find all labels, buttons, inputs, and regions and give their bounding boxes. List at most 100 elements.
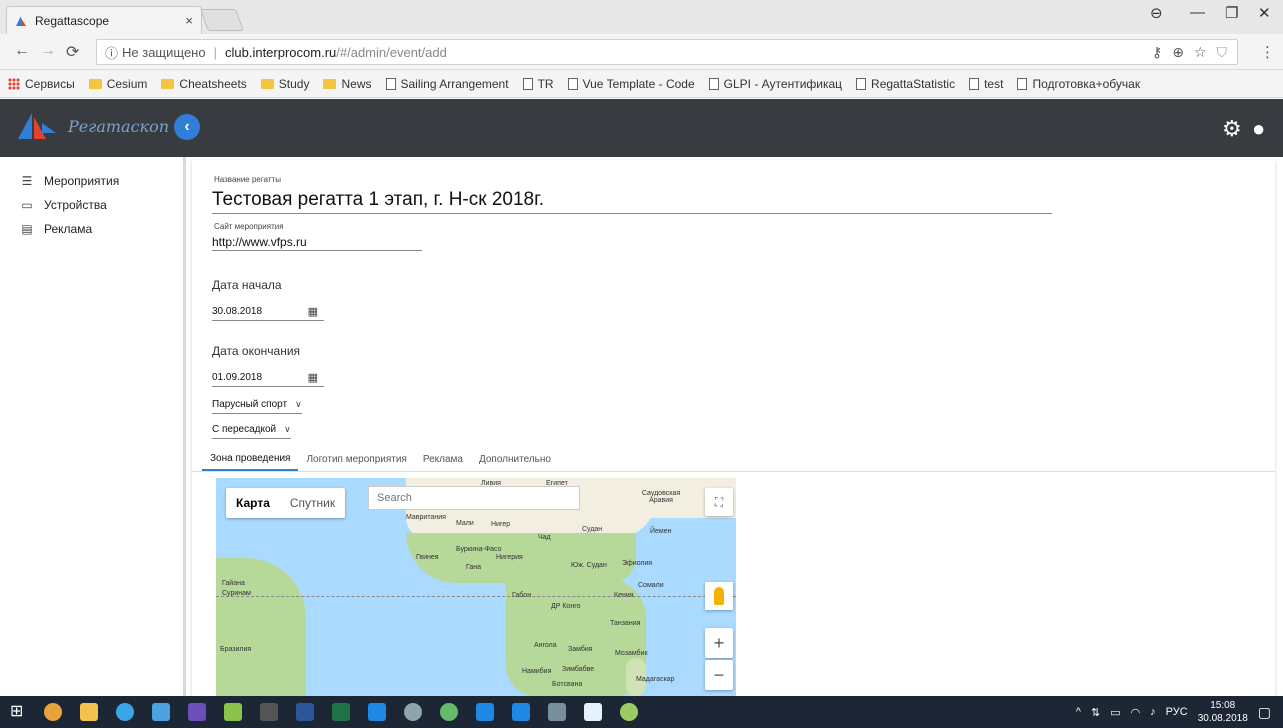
- globe-app-icon[interactable]: [404, 703, 422, 721]
- star-icon[interactable]: ☆: [1194, 44, 1207, 61]
- browser-menu-icon[interactable]: ⋮: [1260, 43, 1275, 61]
- bookmark-item[interactable]: RegattaStatistic: [856, 77, 955, 91]
- bookmark-item[interactable]: Cheatsheets: [161, 77, 247, 91]
- minimize-icon[interactable]: —: [1190, 4, 1205, 21]
- calendar-icon[interactable]: ▦: [308, 371, 318, 384]
- event-site-input[interactable]: [212, 233, 422, 251]
- action-center-icon[interactable]: ▢: [1258, 704, 1271, 721]
- street-view-pegman-icon[interactable]: [705, 582, 733, 610]
- tab-extra[interactable]: Дополнительно: [471, 448, 559, 471]
- bookmark-label: Cesium: [106, 76, 148, 91]
- sport-select[interactable]: Парусный спорт ∨: [212, 396, 302, 414]
- profile-icon[interactable]: ⊖: [1150, 4, 1163, 22]
- save-app-icon[interactable]: [296, 703, 314, 721]
- bookmark-item[interactable]: Сервисы: [8, 77, 75, 91]
- document-icon[interactable]: [584, 703, 602, 721]
- bookmark-item[interactable]: Cesium: [88, 76, 148, 91]
- bookmark-item[interactable]: Подготовка+обучак: [1017, 77, 1140, 91]
- bookmark-item[interactable]: TR: [522, 77, 554, 91]
- map-label: Судан: [582, 526, 603, 533]
- zoom-out-button[interactable]: −: [705, 660, 733, 690]
- bookmark-label: GLPI - Аутентификац: [723, 76, 843, 91]
- map-label: Чад: [538, 534, 551, 541]
- regatta-name-input[interactable]: [212, 187, 1052, 214]
- tab-title: Regattascope: [35, 13, 110, 28]
- map-label: Намибия: [522, 668, 552, 675]
- windows-start-icon[interactable]: ⊞: [10, 701, 28, 720]
- account-icon[interactable]: ●: [1252, 116, 1265, 142]
- tray-language[interactable]: РУС: [1166, 706, 1188, 718]
- notepad-icon[interactable]: [224, 703, 242, 721]
- fullscreen-icon[interactable]: ⛶: [705, 488, 733, 516]
- key-icon[interactable]: ⚷: [1152, 44, 1162, 61]
- tray-volume-icon[interactable]: ♪: [1150, 706, 1156, 718]
- bookmarks-bar: Сервисы Cesium Cheatsheets Study News Sailing…: [0, 70, 1283, 98]
- end-date-field[interactable]: 01.09.2018 ▦: [212, 369, 324, 387]
- venue-map[interactable]: Ливия Египет Саудовская Аравия Мавритани…: [216, 478, 736, 696]
- zoom-in-button[interactable]: +: [705, 628, 733, 658]
- network-share-icon[interactable]: [548, 703, 566, 721]
- close-window-icon[interactable]: ✕: [1258, 4, 1271, 22]
- transfer-select[interactable]: С пересадкой ∨: [212, 421, 291, 439]
- map-label: Ботсвана: [552, 681, 583, 688]
- app-window-icon[interactable]: [512, 703, 530, 721]
- info-icon[interactable]: ⓘ: [105, 43, 118, 62]
- settings-gear-icon[interactable]: ⚙: [1222, 116, 1242, 142]
- bookmark-item[interactable]: Study: [260, 77, 309, 91]
- extension-shield-icon[interactable]: ⛉: [1217, 44, 1228, 61]
- browser-tabstrip: Regattascope × ⊖ — ❐ ✕: [0, 0, 1283, 34]
- tab-venue[interactable]: Зона проведения: [202, 448, 299, 471]
- page-icon: [385, 77, 396, 90]
- reload-icon[interactable]: ⟳: [66, 42, 79, 62]
- tab-close-icon[interactable]: ×: [185, 13, 193, 28]
- bookmark-item[interactable]: Vue Template - Code: [567, 76, 695, 91]
- start-date-field[interactable]: 30.08.2018 ▦: [212, 303, 324, 321]
- calendar-icon[interactable]: ▦: [308, 305, 318, 318]
- map-search-input[interactable]: [368, 486, 580, 510]
- bookmark-label: Vue Template - Code: [582, 76, 695, 91]
- bookmark-label: Сервисы: [25, 76, 75, 91]
- app-window-icon[interactable]: [368, 703, 386, 721]
- visual-studio-icon[interactable]: [188, 703, 206, 721]
- page-icon: [522, 77, 533, 90]
- tray-clock[interactable]: 15:08 30.08.2018: [1198, 699, 1248, 725]
- restore-icon[interactable]: ❐: [1225, 4, 1238, 22]
- cube-app-icon[interactable]: [152, 703, 170, 721]
- tray-battery-icon[interactable]: ▭: [1110, 706, 1120, 719]
- map-label: Нигерия: [496, 554, 523, 561]
- chrome-icon[interactable]: [44, 703, 62, 721]
- android-studio-icon[interactable]: [440, 703, 458, 721]
- page-icon: [708, 77, 719, 90]
- tray-wifi-icon[interactable]: ◠: [1131, 706, 1141, 719]
- sidebar-item-ads[interactable]: ▤ Реклама: [0, 217, 183, 241]
- app-window-icon[interactable]: [476, 703, 494, 721]
- app-logo[interactable]: Регатаскоп: [16, 111, 169, 141]
- bookmark-item[interactable]: GLPI - Аутентификац: [708, 76, 843, 91]
- map-type-map-button[interactable]: Карта: [226, 488, 280, 518]
- bookmark-item[interactable]: test: [969, 77, 1003, 91]
- security-label: Не защищено: [122, 44, 206, 60]
- forward-icon[interactable]: →: [40, 42, 56, 60]
- back-icon[interactable]: ←: [14, 42, 30, 60]
- map-land-south-america: [216, 558, 306, 696]
- new-tab-button[interactable]: [199, 9, 245, 31]
- browser-tab[interactable]: Regattascope ×: [6, 6, 202, 34]
- terminal-icon[interactable]: [260, 703, 278, 721]
- tab-logo[interactable]: Логотип мероприятия: [298, 448, 414, 471]
- zoom-icon[interactable]: ⊕: [1172, 44, 1184, 61]
- omnibox[interactable]: ⓘ Не защищено | club.interprocom.ru/#/ad…: [96, 39, 1238, 65]
- bookmark-item[interactable]: Sailing Arrangement: [385, 77, 509, 91]
- file-explorer-icon[interactable]: [80, 703, 98, 721]
- apps-grid-icon: [8, 77, 20, 90]
- excel-icon[interactable]: [332, 703, 350, 721]
- sidebar-item-devices[interactable]: ▭ Устройства: [0, 193, 183, 217]
- bookmark-item[interactable]: News: [323, 77, 372, 91]
- tab-ads[interactable]: Реклама: [415, 448, 471, 471]
- map-type-satellite-button[interactable]: Спутник: [280, 488, 345, 518]
- sidebar-item-events[interactable]: ☰ Мероприятия: [0, 169, 183, 193]
- tray-chevron-up-icon[interactable]: ^: [1076, 706, 1081, 718]
- network-app-icon[interactable]: [116, 703, 134, 721]
- sidebar-collapse-button[interactable]: ‹: [174, 114, 200, 140]
- tray-network-icon[interactable]: ⇅: [1091, 706, 1100, 719]
- paint-icon[interactable]: [620, 703, 638, 721]
